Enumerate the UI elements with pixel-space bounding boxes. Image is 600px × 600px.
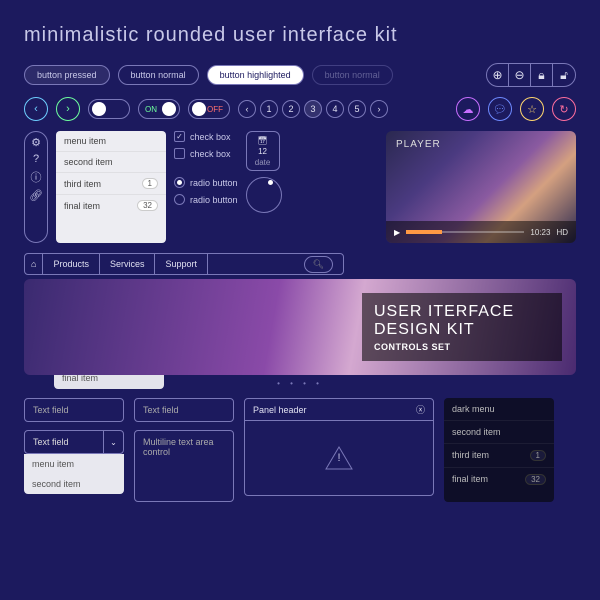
home-icon[interactable]: ⌂ xyxy=(25,254,43,274)
select-option[interactable]: second item xyxy=(24,474,124,494)
radio-selected[interactable]: radio button xyxy=(174,177,238,188)
date-widget[interactable]: 📅︎ 12 date xyxy=(246,131,280,171)
star-icon[interactable]: ☆ xyxy=(520,97,544,121)
dark-menu-item[interactable]: second item xyxy=(444,421,554,444)
dial-knob[interactable] xyxy=(246,177,282,213)
menu-item[interactable]: third item1 xyxy=(56,173,166,195)
sidebar-toolbar: ⚙ ? ⓘ 🔗︎ xyxy=(24,131,48,243)
dark-menu-item[interactable]: dark menu xyxy=(444,398,554,421)
button-row: button pressed button normal button high… xyxy=(24,63,576,87)
nav-products[interactable]: Products xyxy=(43,254,100,274)
refresh-icon[interactable]: ↻ xyxy=(552,97,576,121)
toggle-on[interactable]: ON xyxy=(138,99,180,119)
pager-3[interactable]: 3 xyxy=(304,100,322,118)
close-icon[interactable]: ⓧ xyxy=(416,403,425,416)
menu-light: menu item second item third item1 final … xyxy=(56,131,166,243)
player-quality: HD xyxy=(556,228,568,237)
panel: Panel header ⓧ ! xyxy=(244,398,434,496)
radio-unselected[interactable]: radio button xyxy=(174,194,238,205)
arrow-left-icon[interactable]: ‹ xyxy=(24,97,48,121)
date-dial-column: 📅︎ 12 date xyxy=(246,131,282,243)
navbar: ⌂ Products Services Support 🔍︎ xyxy=(24,253,344,275)
plus-icon[interactable]: ⊕ xyxy=(487,64,509,86)
dark-menu-item[interactable]: third item1 xyxy=(444,444,554,468)
toggle-plain[interactable] xyxy=(88,99,130,119)
minus-icon[interactable]: ⊖ xyxy=(509,64,531,86)
checkbox-checked[interactable]: ✓check box xyxy=(174,131,238,142)
select-option[interactable]: menu item xyxy=(24,454,124,474)
arrow-right-icon[interactable]: › xyxy=(56,97,80,121)
icon-button-group: ⊕ ⊖ 🔒︎ 🔓︎ xyxy=(486,63,576,87)
button-disabled: button normal xyxy=(312,65,393,85)
media-player: PLAYER ▶ 10:23 HD xyxy=(386,131,576,243)
pager-1[interactable]: 1 xyxy=(260,100,278,118)
menu-item[interactable]: final item32 xyxy=(56,195,166,216)
check-radio-group: ✓check box check box radio button radio … xyxy=(174,131,238,243)
button-normal[interactable]: button normal xyxy=(118,65,199,85)
bubble-icon[interactable]: 💬︎ xyxy=(488,97,512,121)
lock-icon[interactable]: 🔒︎ xyxy=(531,64,553,86)
pager-5[interactable]: 5 xyxy=(348,100,366,118)
pager-2[interactable]: 2 xyxy=(282,100,300,118)
calendar-icon: 📅︎ xyxy=(257,136,267,145)
text-field-2[interactable]: Text field xyxy=(134,398,234,422)
gear-icon[interactable]: ⚙ xyxy=(31,136,41,149)
player-time: 10:23 xyxy=(530,228,550,237)
select-menu: menu item second item xyxy=(24,454,124,494)
progress-bar[interactable] xyxy=(406,231,524,233)
search-icon: 🔍︎ xyxy=(313,259,324,270)
info-icon[interactable]: ⓘ xyxy=(31,169,42,185)
controls-row: ‹ › ON OFF ‹ 1 2 3 4 5 › ☁ 💬︎ ☆ ↻ xyxy=(24,97,576,121)
link-icon[interactable]: 🔗︎ xyxy=(29,189,43,202)
search-input[interactable]: 🔍︎ xyxy=(304,256,333,273)
pager-4[interactable]: 4 xyxy=(326,100,344,118)
banner-caption: USER ITERFACEDESIGN KIT CONTROLS SET xyxy=(362,293,562,361)
unlock-icon[interactable]: 🔓︎ xyxy=(553,64,575,86)
date-label: date xyxy=(255,158,271,167)
nav-support[interactable]: Support xyxy=(155,254,208,274)
pagination: ‹ 1 2 3 4 5 › xyxy=(238,100,388,118)
menu-item[interactable]: menu item xyxy=(56,131,166,152)
warning-icon: ! xyxy=(324,445,354,471)
player-title: PLAYER xyxy=(396,139,441,150)
button-highlighted[interactable]: button highlighted xyxy=(207,65,304,85)
pager-next[interactable]: › xyxy=(370,100,388,118)
toggle-off[interactable]: OFF xyxy=(188,99,230,119)
panel-header: Panel header xyxy=(253,405,307,415)
date-value: 12 xyxy=(258,147,267,156)
hero-banner: USER ITERFACEDESIGN KIT CONTROLS SET xyxy=(24,279,576,375)
dark-menu-item[interactable]: final item32 xyxy=(444,468,554,491)
button-pressed[interactable]: button pressed xyxy=(24,65,110,85)
nav-services[interactable]: Services xyxy=(100,254,156,274)
menu-dark: dark menu second item third item1 final … xyxy=(444,398,554,502)
chevron-down-icon[interactable]: ⌄ xyxy=(103,431,123,453)
menu-item[interactable]: second item xyxy=(56,152,166,173)
text-field-1[interactable]: Text field xyxy=(24,398,124,422)
textarea-field[interactable]: Multiline text area control xyxy=(134,430,234,502)
checkbox-unchecked[interactable]: check box xyxy=(174,148,238,159)
help-icon[interactable]: ? xyxy=(33,153,39,165)
cloud-icon[interactable]: ☁ xyxy=(456,97,480,121)
pager-prev[interactable]: ‹ xyxy=(238,100,256,118)
play-icon[interactable]: ▶ xyxy=(394,228,400,237)
page-title: minimalistic rounded user interface kit xyxy=(24,24,576,47)
select-field[interactable]: Text field ⌄ xyxy=(24,430,124,454)
